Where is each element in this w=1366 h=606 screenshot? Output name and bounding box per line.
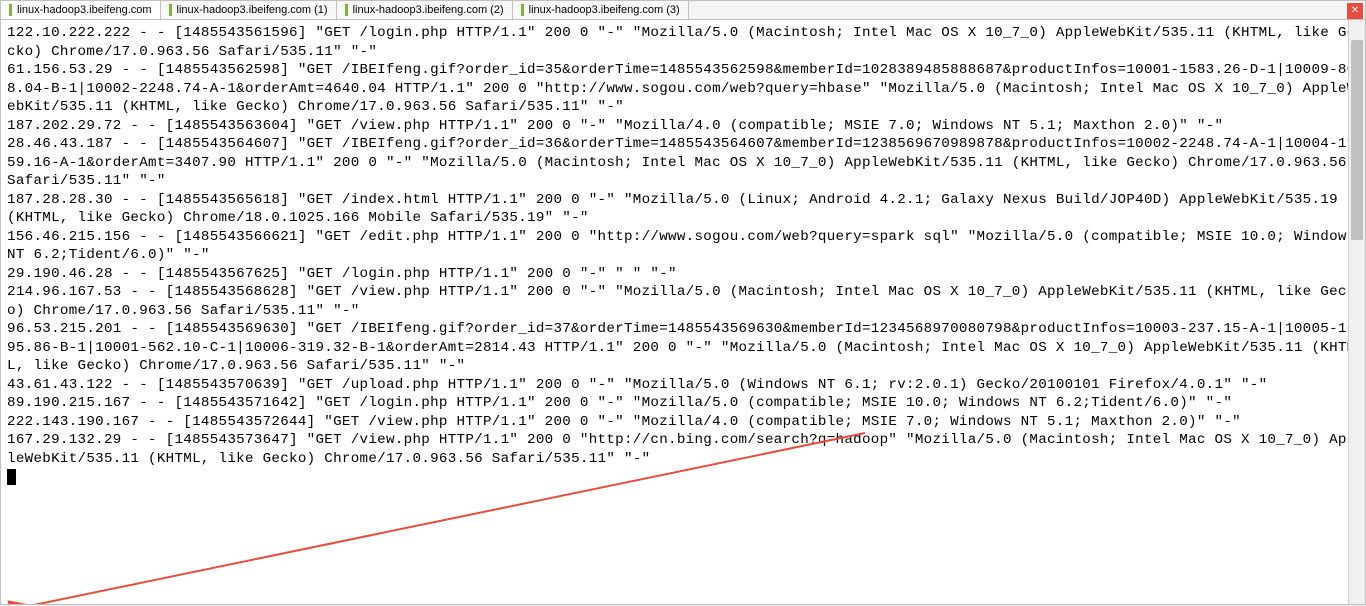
tab-3[interactable]: linux-hadoop3.ibeifeng.com (3) <box>513 1 689 19</box>
tab-indicator <box>521 4 524 16</box>
scrollbar-thumb[interactable] <box>1351 40 1363 240</box>
cursor <box>7 469 16 485</box>
tab-indicator <box>169 4 172 16</box>
tab-label: linux-hadoop3.ibeifeng.com (1) <box>177 4 328 16</box>
tab-label: linux-hadoop3.ibeifeng.com <box>17 4 152 16</box>
close-icon[interactable]: ✕ <box>1347 3 1363 19</box>
tab-indicator <box>345 4 348 16</box>
tab-1[interactable]: linux-hadoop3.ibeifeng.com (1) <box>161 1 337 19</box>
tab-label: linux-hadoop3.ibeifeng.com (2) <box>353 4 504 16</box>
tab-bar: linux-hadoop3.ibeifeng.com linux-hadoop3… <box>0 0 1366 20</box>
tab-label: linux-hadoop3.ibeifeng.com (3) <box>529 4 680 16</box>
tab-active-indicator <box>9 4 12 16</box>
terminal-container: 122.10.222.222 - - [1485543561596] "GET … <box>0 20 1366 605</box>
terminal-output[interactable]: 122.10.222.222 - - [1485543561596] "GET … <box>1 20 1365 491</box>
tab-0[interactable]: linux-hadoop3.ibeifeng.com <box>1 1 161 19</box>
scrollbar[interactable] <box>1348 20 1365 604</box>
tab-2[interactable]: linux-hadoop3.ibeifeng.com (2) <box>337 1 513 19</box>
